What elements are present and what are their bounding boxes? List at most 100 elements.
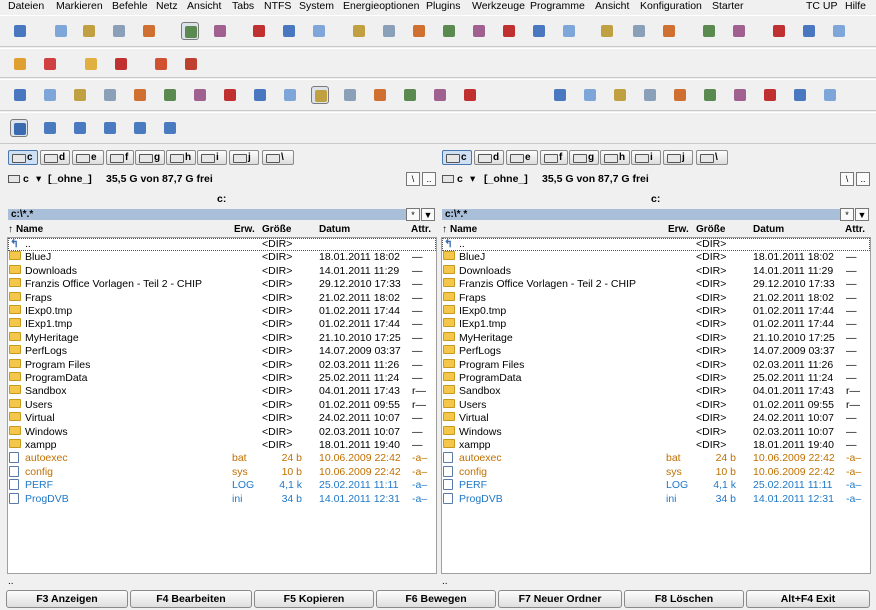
dropdown-arrow-icon[interactable]: ▾ <box>470 171 475 187</box>
file-row[interactable]: ProgDVB ini 34 b 14.01.2011 12:31 -a– <box>8 492 436 506</box>
file-row[interactable]: xampp <DIR> 18.01.2011 19:40 — <box>8 439 436 452</box>
root-dir-button-left[interactable]: \ <box>406 172 420 186</box>
toolbar-button-icon[interactable] <box>71 119 89 137</box>
col-attr[interactable]: Attr. <box>845 223 865 236</box>
history-button-left[interactable]: * <box>406 208 420 221</box>
drive-button-e[interactable]: e <box>506 150 538 165</box>
file-row[interactable]: Users <DIR> 01.02.2011 09:55 r— <box>442 398 870 412</box>
menu-starter[interactable]: Starter <box>712 0 744 13</box>
drive-select-left[interactable]: c <box>23 171 29 187</box>
toolbar-button-icon[interactable] <box>10 119 28 137</box>
toolbar-button-icon[interactable] <box>310 22 328 40</box>
drive-button-j[interactable]: j <box>663 150 693 165</box>
toolbar-button-icon[interactable] <box>181 22 199 40</box>
file-row[interactable]: config sys 10 b 10.06.2009 22:42 -a– <box>8 465 436 479</box>
menu-tabs[interactable]: Tabs <box>232 0 254 13</box>
drive-button-h[interactable]: h <box>600 150 630 165</box>
toolbar-button-icon[interactable] <box>41 86 59 104</box>
file-row[interactable]: MyHeritage <DIR> 21.10.2010 17:25 — <box>8 331 436 345</box>
toolbar-button-icon[interactable] <box>11 55 29 73</box>
hotlist-button-right[interactable]: ▼ <box>855 208 869 221</box>
f7-new-folder-button[interactable]: F7 Neuer Ordner <box>498 590 622 608</box>
toolbar-button-icon[interactable] <box>221 86 239 104</box>
col-date[interactable]: Datum <box>753 223 784 236</box>
menu-markieren[interactable]: Markieren <box>56 0 103 13</box>
toolbar-button-icon[interactable] <box>530 22 548 40</box>
drive-button-e[interactable]: e <box>72 150 104 165</box>
col-size[interactable]: Größe <box>696 223 725 236</box>
menu-dateien[interactable]: Dateien <box>8 0 44 13</box>
menu-konfiguration[interactable]: Konfiguration <box>640 0 702 13</box>
f3-view-button[interactable]: F3 Anzeigen <box>6 590 128 608</box>
toolbar-button-icon[interactable] <box>470 22 488 40</box>
file-row[interactable]: Fraps <DIR> 21.02.2011 18:02 — <box>8 291 436 305</box>
col-ext[interactable]: Erw. <box>668 223 689 236</box>
menu-ansicht[interactable]: Ansicht <box>187 0 221 13</box>
file-row[interactable]: Windows <DIR> 02.03.2011 10:07 — <box>442 425 870 439</box>
file-row[interactable]: Fraps <DIR> 21.02.2011 18:02 — <box>442 291 870 305</box>
file-row[interactable]: PerfLogs <DIR> 14.07.2009 03:37 — <box>8 345 436 358</box>
toolbar-button-icon[interactable] <box>761 86 779 104</box>
toolbar-button-icon[interactable] <box>560 22 578 40</box>
file-row[interactable]: ↰.. <DIR> <box>8 238 436 252</box>
file-row[interactable]: IExp0.tmp <DIR> 01.02.2011 17:44 — <box>442 305 870 318</box>
toolbar-button-icon[interactable] <box>641 86 659 104</box>
drive-select-right[interactable]: c <box>457 171 463 187</box>
toolbar-button-icon[interactable] <box>11 22 29 40</box>
toolbar-button-icon[interactable] <box>280 22 298 40</box>
toolbar-button-icon[interactable] <box>11 86 29 104</box>
menu-werkzeuge[interactable]: Werkzeuge <box>472 0 525 13</box>
drive-button-network[interactable]: \ <box>696 150 728 165</box>
toolbar-button-icon[interactable] <box>41 55 59 73</box>
toolbar-button-icon[interactable] <box>660 22 678 40</box>
toolbar-button-icon[interactable] <box>152 55 170 73</box>
toolbar-button-icon[interactable] <box>700 22 718 40</box>
f4-edit-button[interactable]: F4 Bearbeiten <box>130 590 252 608</box>
file-row[interactable]: Virtual <DIR> 24.02.2011 10:07 — <box>442 412 870 425</box>
toolbar-button-icon[interactable] <box>161 86 179 104</box>
drive-button-network[interactable]: \ <box>262 150 294 165</box>
menu-befehle[interactable]: Befehle <box>112 0 148 13</box>
file-row[interactable]: Franzis Office Vorlagen - Teil 2 - CHIP <… <box>442 278 870 291</box>
menu-system[interactable]: System <box>299 0 334 13</box>
file-row[interactable]: IExp1.tmp <DIR> 01.02.2011 17:44 — <box>8 318 436 331</box>
col-size[interactable]: Größe <box>262 223 291 236</box>
file-row[interactable]: Sandbox <DIR> 04.01.2011 17:43 r— <box>8 385 436 398</box>
col-ext[interactable]: Erw. <box>234 223 255 236</box>
file-row[interactable]: Virtual <DIR> 24.02.2011 10:07 — <box>8 412 436 425</box>
file-row[interactable]: PERF LOG 4,1 k 25.02.2011 11:11 -a– <box>442 479 870 492</box>
toolbar-button-icon[interactable] <box>701 86 719 104</box>
toolbar-button-icon[interactable] <box>821 86 839 104</box>
file-row[interactable]: ProgramData <DIR> 25.02.2011 11:24 — <box>442 372 870 385</box>
file-row[interactable]: ProgramData <DIR> 25.02.2011 11:24 — <box>8 372 436 385</box>
toolbar-button-icon[interactable] <box>461 86 479 104</box>
file-row[interactable]: Program Files <DIR> 02.03.2011 11:26 — <box>8 358 436 372</box>
dropdown-arrow-icon[interactable]: ▾ <box>36 171 41 187</box>
drive-button-g[interactable]: g <box>135 150 165 165</box>
hotlist-button-left[interactable]: ▼ <box>421 208 435 221</box>
toolbar-button-icon[interactable] <box>140 22 158 40</box>
toolbar-button-icon[interactable] <box>131 86 149 104</box>
path-bar-right[interactable]: c:\*.* <box>442 209 840 220</box>
menu-netz[interactable]: Netz <box>156 0 178 13</box>
toolbar-button-icon[interactable] <box>182 55 200 73</box>
toolbar-button-icon[interactable] <box>52 22 70 40</box>
toolbar-button-icon[interactable] <box>791 86 809 104</box>
toolbar-button-icon[interactable] <box>80 22 98 40</box>
drive-button-i[interactable]: i <box>197 150 227 165</box>
drive-button-g[interactable]: g <box>569 150 599 165</box>
toolbar-button-icon[interactable] <box>82 55 100 73</box>
col-attr[interactable]: Attr. <box>411 223 431 236</box>
toolbar-button-icon[interactable] <box>800 22 818 40</box>
root-dir-button-right[interactable]: \ <box>840 172 854 186</box>
f5-copy-button[interactable]: F5 Kopieren <box>254 590 374 608</box>
toolbar-button-icon[interactable] <box>101 86 119 104</box>
toolbar-button-icon[interactable] <box>311 86 329 104</box>
file-row[interactable]: Downloads <DIR> 14.01.2011 11:29 — <box>8 264 436 278</box>
toolbar-button-icon[interactable] <box>110 22 128 40</box>
toolbar-button-icon[interactable] <box>131 119 149 137</box>
file-row[interactable]: Program Files <DIR> 02.03.2011 11:26 — <box>442 358 870 372</box>
file-row[interactable]: ProgDVB ini 34 b 14.01.2011 12:31 -a– <box>442 492 870 506</box>
col-name[interactable]: Name <box>450 223 477 236</box>
toolbar-button-icon[interactable] <box>112 55 130 73</box>
